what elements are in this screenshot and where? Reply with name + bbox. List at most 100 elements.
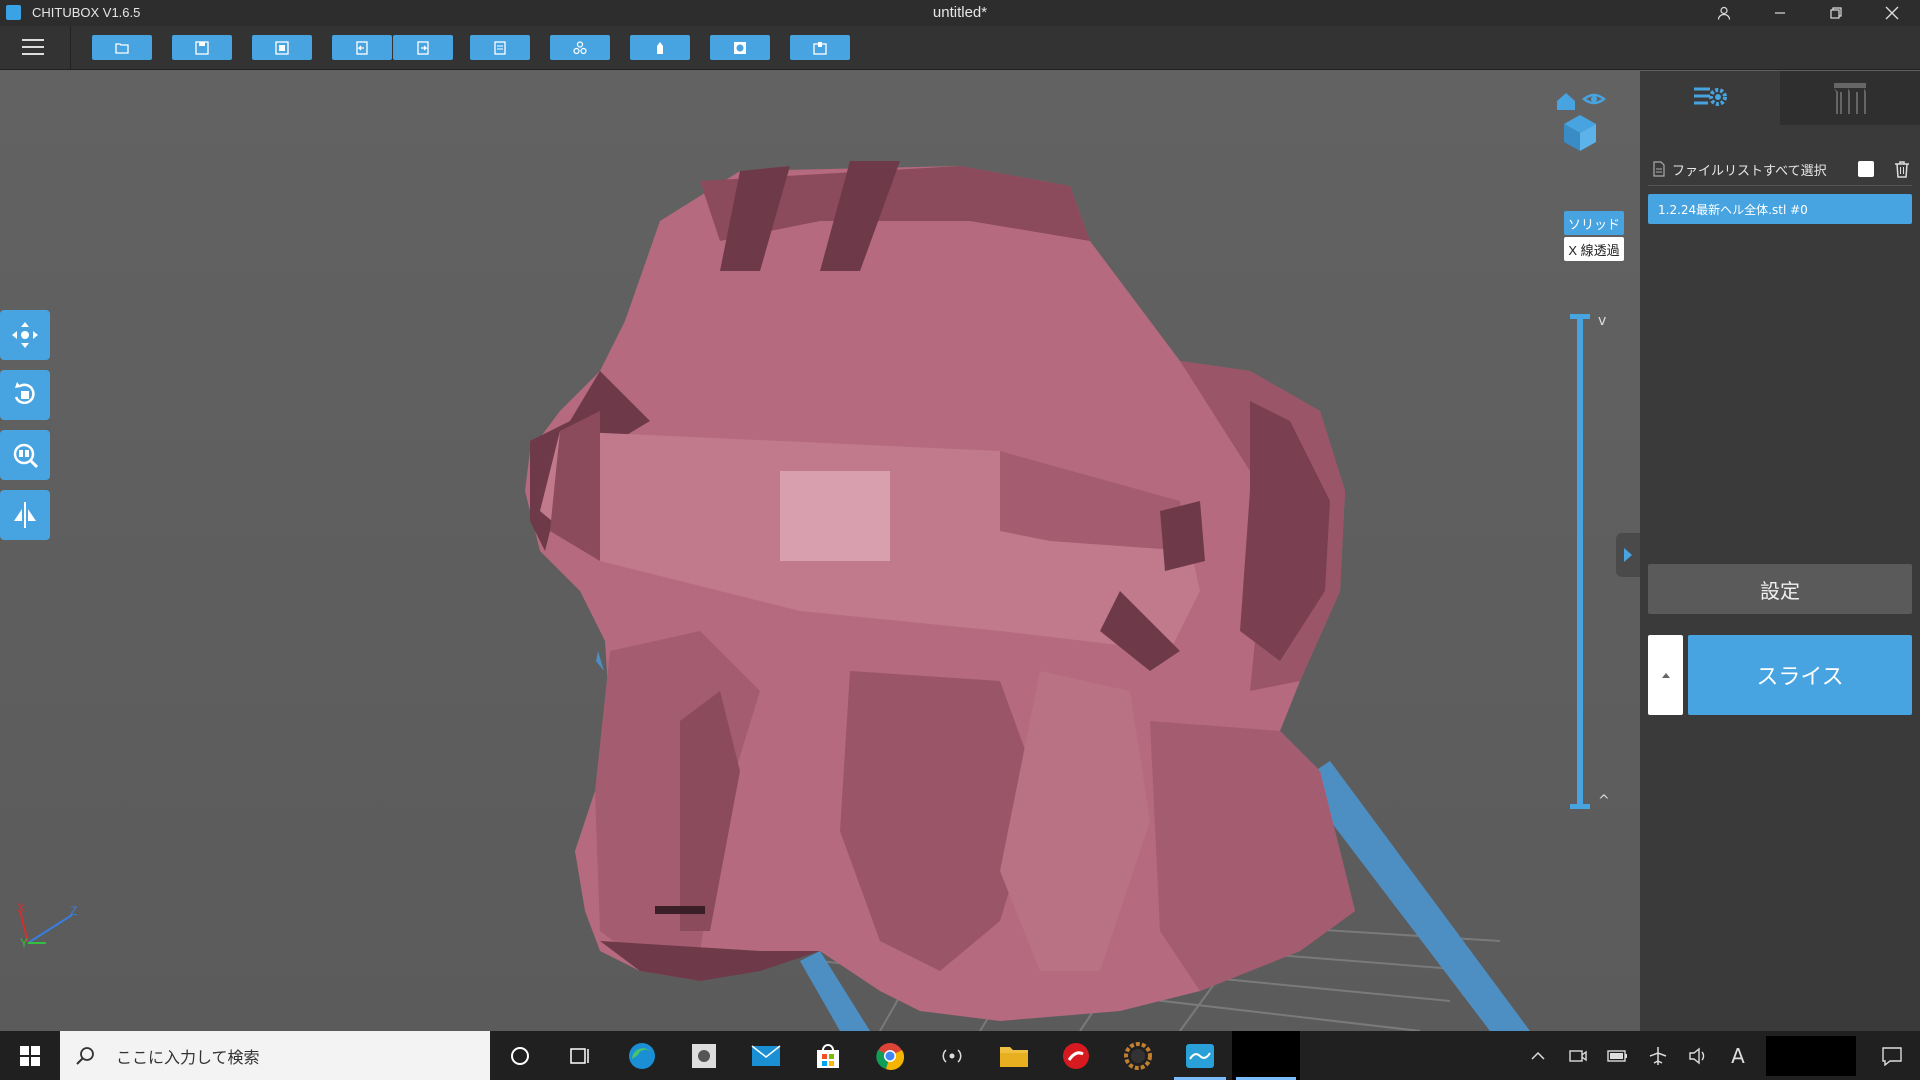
volume-icon[interactable]	[1678, 1031, 1718, 1080]
chitubox-taskbar-icon[interactable]	[1170, 1031, 1230, 1080]
hollow-icon	[734, 41, 746, 54]
save-button[interactable]	[172, 35, 232, 60]
screenshot-button[interactable]	[252, 35, 312, 60]
windows-start-button[interactable]	[0, 1031, 60, 1080]
wireless-display-icon[interactable]	[922, 1031, 982, 1080]
chrome-icon[interactable]	[860, 1031, 920, 1080]
panel-collapse-button[interactable]	[1616, 533, 1640, 577]
search-placeholder: ここに入力して検索	[116, 1047, 260, 1067]
tab-settings-list[interactable]	[1640, 71, 1780, 125]
home-icon[interactable]	[1557, 93, 1575, 110]
windows-logo-icon	[20, 1045, 40, 1066]
divider	[1648, 185, 1912, 186]
support-tip	[596, 651, 604, 671]
redo-button[interactable]	[393, 35, 453, 60]
transform-toolbar	[0, 310, 50, 550]
chevron-down-icon[interactable]: v	[1598, 313, 1606, 329]
undo-button[interactable]	[332, 35, 392, 60]
search-icon	[76, 1046, 94, 1065]
caret-up-icon	[1661, 673, 1670, 678]
layer-slider-track[interactable]	[1577, 316, 1583, 806]
hollow-button[interactable]	[710, 35, 770, 60]
battery-icon[interactable]	[1598, 1031, 1638, 1080]
hamburger-menu-icon[interactable]	[22, 39, 44, 57]
black-window-icon[interactable]	[1232, 1031, 1300, 1080]
y-axis-label: Y	[20, 936, 28, 950]
toolbar-divider	[70, 26, 71, 70]
move-icon	[12, 322, 38, 348]
slicer-gear-app-icon[interactable]	[1108, 1031, 1168, 1080]
file-icon	[1653, 161, 1665, 177]
xray-mode-button[interactable]: X 線透過	[1564, 237, 1624, 261]
support-button[interactable]	[630, 35, 690, 60]
system-tray: A	[1518, 1031, 1920, 1080]
multi-copy-button[interactable]	[550, 35, 610, 60]
dig-hole-button[interactable]	[790, 35, 850, 60]
window-controls	[1696, 0, 1920, 26]
axis-gizmo: X Z Y	[14, 901, 84, 957]
3d-viewport[interactable]: ソリッド X 線透過 v ^ X Z Y	[0, 71, 1640, 1031]
chevron-up-icon[interactable]: ^	[1598, 793, 1610, 809]
multi-copy-icon	[573, 40, 587, 54]
tab-supports[interactable]	[1780, 71, 1920, 125]
close-icon[interactable]	[1864, 0, 1920, 26]
rotate-icon	[14, 382, 35, 405]
support-icon	[657, 41, 663, 54]
save-icon	[195, 40, 209, 55]
undo-icon	[356, 40, 368, 55]
cortana-icon[interactable]	[490, 1031, 550, 1080]
supports-icon	[1834, 83, 1866, 114]
redo-icon	[417, 40, 429, 55]
file-list-item[interactable]: 1.2.24最新ヘル全体.stl #0	[1648, 194, 1912, 224]
main-toolbar	[0, 26, 1920, 70]
x-axis-label: X	[17, 903, 25, 915]
select-all-checkbox[interactable]	[1858, 161, 1874, 177]
edge-browser-icon[interactable]	[612, 1031, 672, 1080]
minimize-icon[interactable]	[1752, 0, 1808, 26]
rotate-button[interactable]	[0, 370, 50, 420]
view-cube-icon[interactable]	[1564, 115, 1596, 151]
taskbar-search-box[interactable]: ここに入力して検索	[60, 1031, 490, 1080]
taskbar: ここに入力して検索 A	[0, 1031, 1920, 1080]
scale-button[interactable]	[0, 430, 50, 480]
open-file-button[interactable]	[92, 35, 152, 60]
model-render[interactable]	[0, 71, 1640, 1031]
camera-icon[interactable]	[1558, 1031, 1598, 1080]
slice-options-button[interactable]	[1648, 635, 1683, 715]
user-icon[interactable]	[1696, 0, 1752, 26]
notification-center-icon[interactable]	[1872, 1031, 1912, 1080]
screenshot-icon	[275, 40, 289, 55]
mirror-button[interactable]	[0, 490, 50, 540]
render-mode-switch: ソリッド X 線透過	[1564, 211, 1624, 263]
clock-redacted[interactable]	[1766, 1035, 1856, 1076]
store-icon[interactable]	[798, 1031, 858, 1080]
slice-button[interactable]: スライス	[1688, 635, 1912, 715]
open-file-icon	[115, 42, 129, 54]
view-cube[interactable]	[1554, 89, 1614, 154]
helmet-model[interactable]	[525, 161, 1355, 1021]
chevron-right-icon	[1624, 548, 1632, 562]
solid-mode-button[interactable]: ソリッド	[1564, 211, 1624, 235]
settings-button[interactable]: 設定	[1648, 564, 1912, 614]
restore-icon[interactable]	[1808, 0, 1864, 26]
layout-icon	[494, 40, 506, 55]
title-bar: CHITUBOX V1.6.5 untitled*	[0, 0, 1920, 26]
airplane-mode-icon[interactable]	[1638, 1031, 1678, 1080]
ime-indicator[interactable]: A	[1718, 1031, 1758, 1080]
dig-hole-icon	[813, 41, 827, 55]
settings-list-icon	[1694, 87, 1727, 106]
mail-icon[interactable]	[736, 1031, 796, 1080]
trend-micro-icon[interactable]	[1046, 1031, 1106, 1080]
task-view-icon[interactable]	[550, 1031, 610, 1080]
layout-button[interactable]	[470, 35, 530, 60]
show-hidden-icons-chevron-icon[interactable]	[1518, 1031, 1558, 1080]
file-explorer-icon[interactable]	[984, 1031, 1044, 1080]
photo-app-icon[interactable]	[674, 1031, 734, 1080]
trash-icon[interactable]	[1894, 160, 1910, 178]
right-panel: ファイルリストすべて選択 1.2.24最新ヘル全体.stl #0 設定 スライス	[1640, 71, 1920, 1031]
move-button[interactable]	[0, 310, 50, 360]
select-all-label: ファイルリストすべて選択	[1672, 163, 1827, 179]
layer-slider-bottom-handle[interactable]	[1570, 804, 1590, 809]
panel-tabs	[1640, 71, 1920, 125]
z-axis-label: Z	[70, 904, 77, 918]
